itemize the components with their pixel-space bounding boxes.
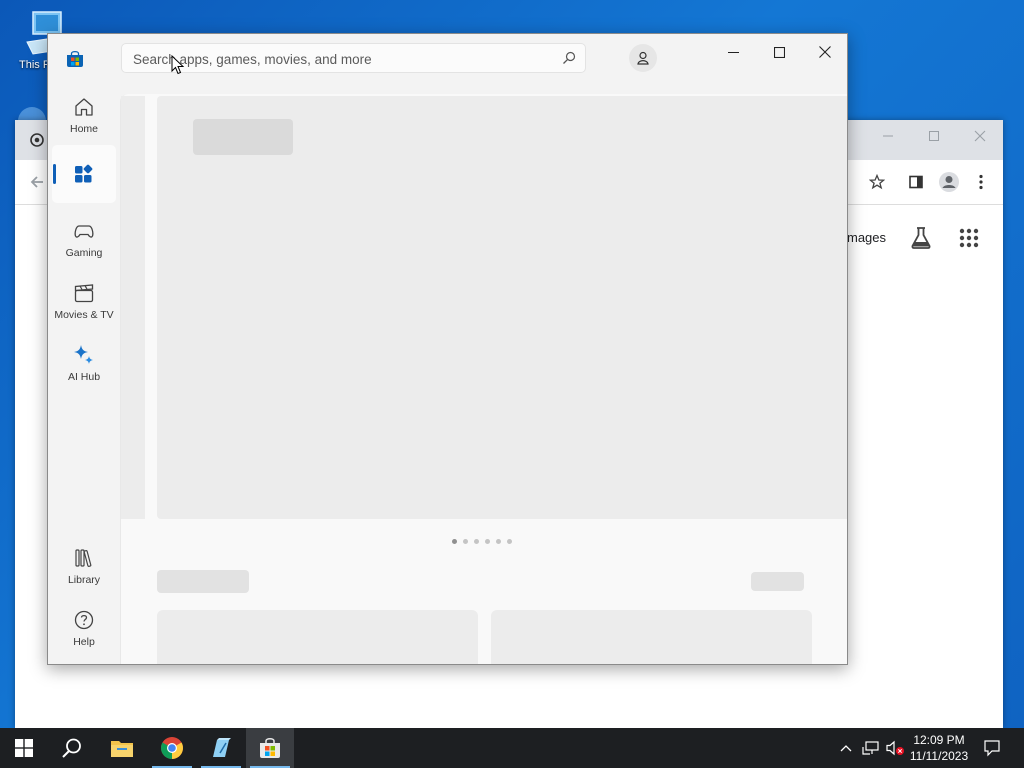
card-placeholder[interactable] bbox=[491, 610, 812, 664]
minimize-icon bbox=[727, 51, 739, 53]
see-all-placeholder[interactable] bbox=[751, 572, 804, 591]
chrome-maximize-button[interactable] bbox=[918, 126, 950, 146]
show-hidden-icons-button[interactable] bbox=[836, 728, 856, 768]
carousel-dot[interactable] bbox=[485, 539, 490, 544]
hero-banner-placeholder[interactable] bbox=[157, 96, 847, 519]
volume-muted-icon bbox=[886, 740, 904, 756]
taskbar-search-button[interactable] bbox=[48, 728, 96, 768]
chrome-profile-button[interactable] bbox=[937, 170, 961, 194]
store-minimize-button[interactable] bbox=[710, 38, 756, 66]
store-search-box[interactable] bbox=[121, 43, 586, 73]
clapperboard-icon bbox=[74, 284, 94, 303]
gamepad-icon bbox=[74, 225, 94, 238]
nav-item-home[interactable]: Home bbox=[52, 86, 116, 144]
chevron-up-icon bbox=[840, 745, 852, 752]
maximize-icon bbox=[929, 131, 939, 141]
mouse-cursor-icon bbox=[171, 55, 185, 75]
kebab-menu-icon bbox=[979, 174, 983, 190]
carousel-dot[interactable] bbox=[452, 539, 457, 544]
chrome-tab-favicon-icon bbox=[29, 132, 47, 150]
taskbar-microsoft-store[interactable] bbox=[246, 728, 294, 768]
help-icon bbox=[74, 610, 94, 630]
clock-time: 12:09 PM bbox=[913, 733, 965, 747]
carousel-dot[interactable] bbox=[507, 539, 512, 544]
hero-previous-placeholder bbox=[121, 96, 145, 519]
carousel-pager[interactable] bbox=[452, 539, 512, 544]
profile-icon bbox=[939, 172, 959, 192]
nav-item-apps[interactable] bbox=[52, 145, 116, 203]
close-icon bbox=[974, 130, 986, 142]
nav-item-label: Home bbox=[69, 123, 98, 135]
back-arrow-icon bbox=[30, 176, 43, 188]
store-close-button[interactable] bbox=[802, 38, 847, 66]
windows-logo-icon bbox=[15, 739, 33, 757]
nav-item-help[interactable]: Help bbox=[52, 599, 116, 657]
search-icon bbox=[62, 738, 81, 758]
store-account-button[interactable] bbox=[629, 44, 657, 72]
nav-item-label: Library bbox=[67, 574, 101, 586]
taskbar-chrome[interactable] bbox=[148, 728, 196, 768]
taskbar-clock[interactable]: 12:09 PM 11/11/2023 bbox=[905, 732, 973, 764]
star-icon bbox=[869, 174, 885, 190]
chrome-minimize-button[interactable] bbox=[872, 126, 904, 146]
search-icon[interactable] bbox=[562, 51, 576, 65]
maximize-icon bbox=[773, 46, 785, 58]
desktop-icon-label: This P bbox=[19, 59, 51, 71]
nav-item-movies-tv[interactable]: Movies & TV bbox=[52, 272, 116, 330]
folder-icon bbox=[111, 741, 133, 757]
close-icon bbox=[819, 46, 831, 58]
taskbar: 12:09 PM 11/11/2023 bbox=[0, 728, 1024, 768]
side-panel-icon bbox=[909, 175, 923, 189]
person-icon bbox=[637, 51, 649, 65]
card-placeholder[interactable] bbox=[157, 610, 478, 664]
clock-date: 11/11/2023 bbox=[909, 749, 969, 763]
sparkle-icon bbox=[74, 345, 93, 364]
nav-item-label: Movies & TV bbox=[54, 309, 114, 321]
notification-icon bbox=[984, 740, 1000, 757]
nav-item-label: Help bbox=[73, 636, 95, 648]
chrome-back-button[interactable] bbox=[25, 170, 49, 194]
network-tray-button[interactable] bbox=[860, 728, 882, 768]
taskbar-paint-app[interactable] bbox=[197, 728, 245, 768]
pen-app-icon bbox=[213, 738, 231, 757]
chrome-bookmark-button[interactable] bbox=[865, 170, 889, 194]
hero-title-placeholder bbox=[193, 119, 293, 155]
google-images-link[interactable]: mages bbox=[847, 230, 886, 245]
volume-tray-button[interactable] bbox=[884, 728, 906, 768]
store-content bbox=[120, 94, 847, 664]
flask-icon bbox=[911, 227, 931, 249]
store-search-input[interactable] bbox=[131, 48, 555, 70]
minimize-icon bbox=[883, 135, 893, 137]
store-bag-icon bbox=[260, 738, 280, 758]
network-icon bbox=[862, 741, 879, 755]
apps-icon bbox=[75, 164, 93, 183]
nav-item-library[interactable]: Library bbox=[52, 537, 116, 595]
chrome-close-button[interactable] bbox=[964, 126, 996, 146]
nav-item-ai-hub[interactable]: AI Hub bbox=[52, 334, 116, 392]
microsoft-store-window[interactable]: Home Gaming Movies & TV AI Hub Library bbox=[47, 33, 848, 665]
library-icon bbox=[75, 549, 92, 567]
store-maximize-button[interactable] bbox=[756, 38, 802, 66]
nav-item-label: AI Hub bbox=[67, 371, 101, 383]
store-nav-rail: Home Gaming Movies & TV AI Hub Library H… bbox=[48, 82, 120, 664]
carousel-dot[interactable] bbox=[496, 539, 501, 544]
section-title-placeholder bbox=[157, 570, 249, 593]
nav-item-label: Gaming bbox=[65, 247, 103, 259]
taskbar-file-explorer[interactable] bbox=[98, 728, 146, 768]
chrome-menu-button[interactable] bbox=[969, 170, 993, 194]
google-apps-button[interactable] bbox=[959, 228, 979, 248]
start-button[interactable] bbox=[0, 728, 48, 768]
chrome-side-panel-button[interactable] bbox=[904, 170, 928, 194]
chrome-icon bbox=[161, 737, 183, 759]
carousel-dot[interactable] bbox=[463, 539, 468, 544]
google-labs-button[interactable] bbox=[910, 226, 932, 250]
store-logo-icon bbox=[66, 50, 84, 68]
apps-grid-icon bbox=[959, 228, 979, 248]
carousel-dot[interactable] bbox=[474, 539, 479, 544]
nav-item-gaming[interactable]: Gaming bbox=[52, 210, 116, 268]
active-indicator bbox=[53, 164, 56, 184]
home-icon bbox=[75, 98, 93, 116]
action-center-button[interactable] bbox=[978, 728, 1006, 768]
